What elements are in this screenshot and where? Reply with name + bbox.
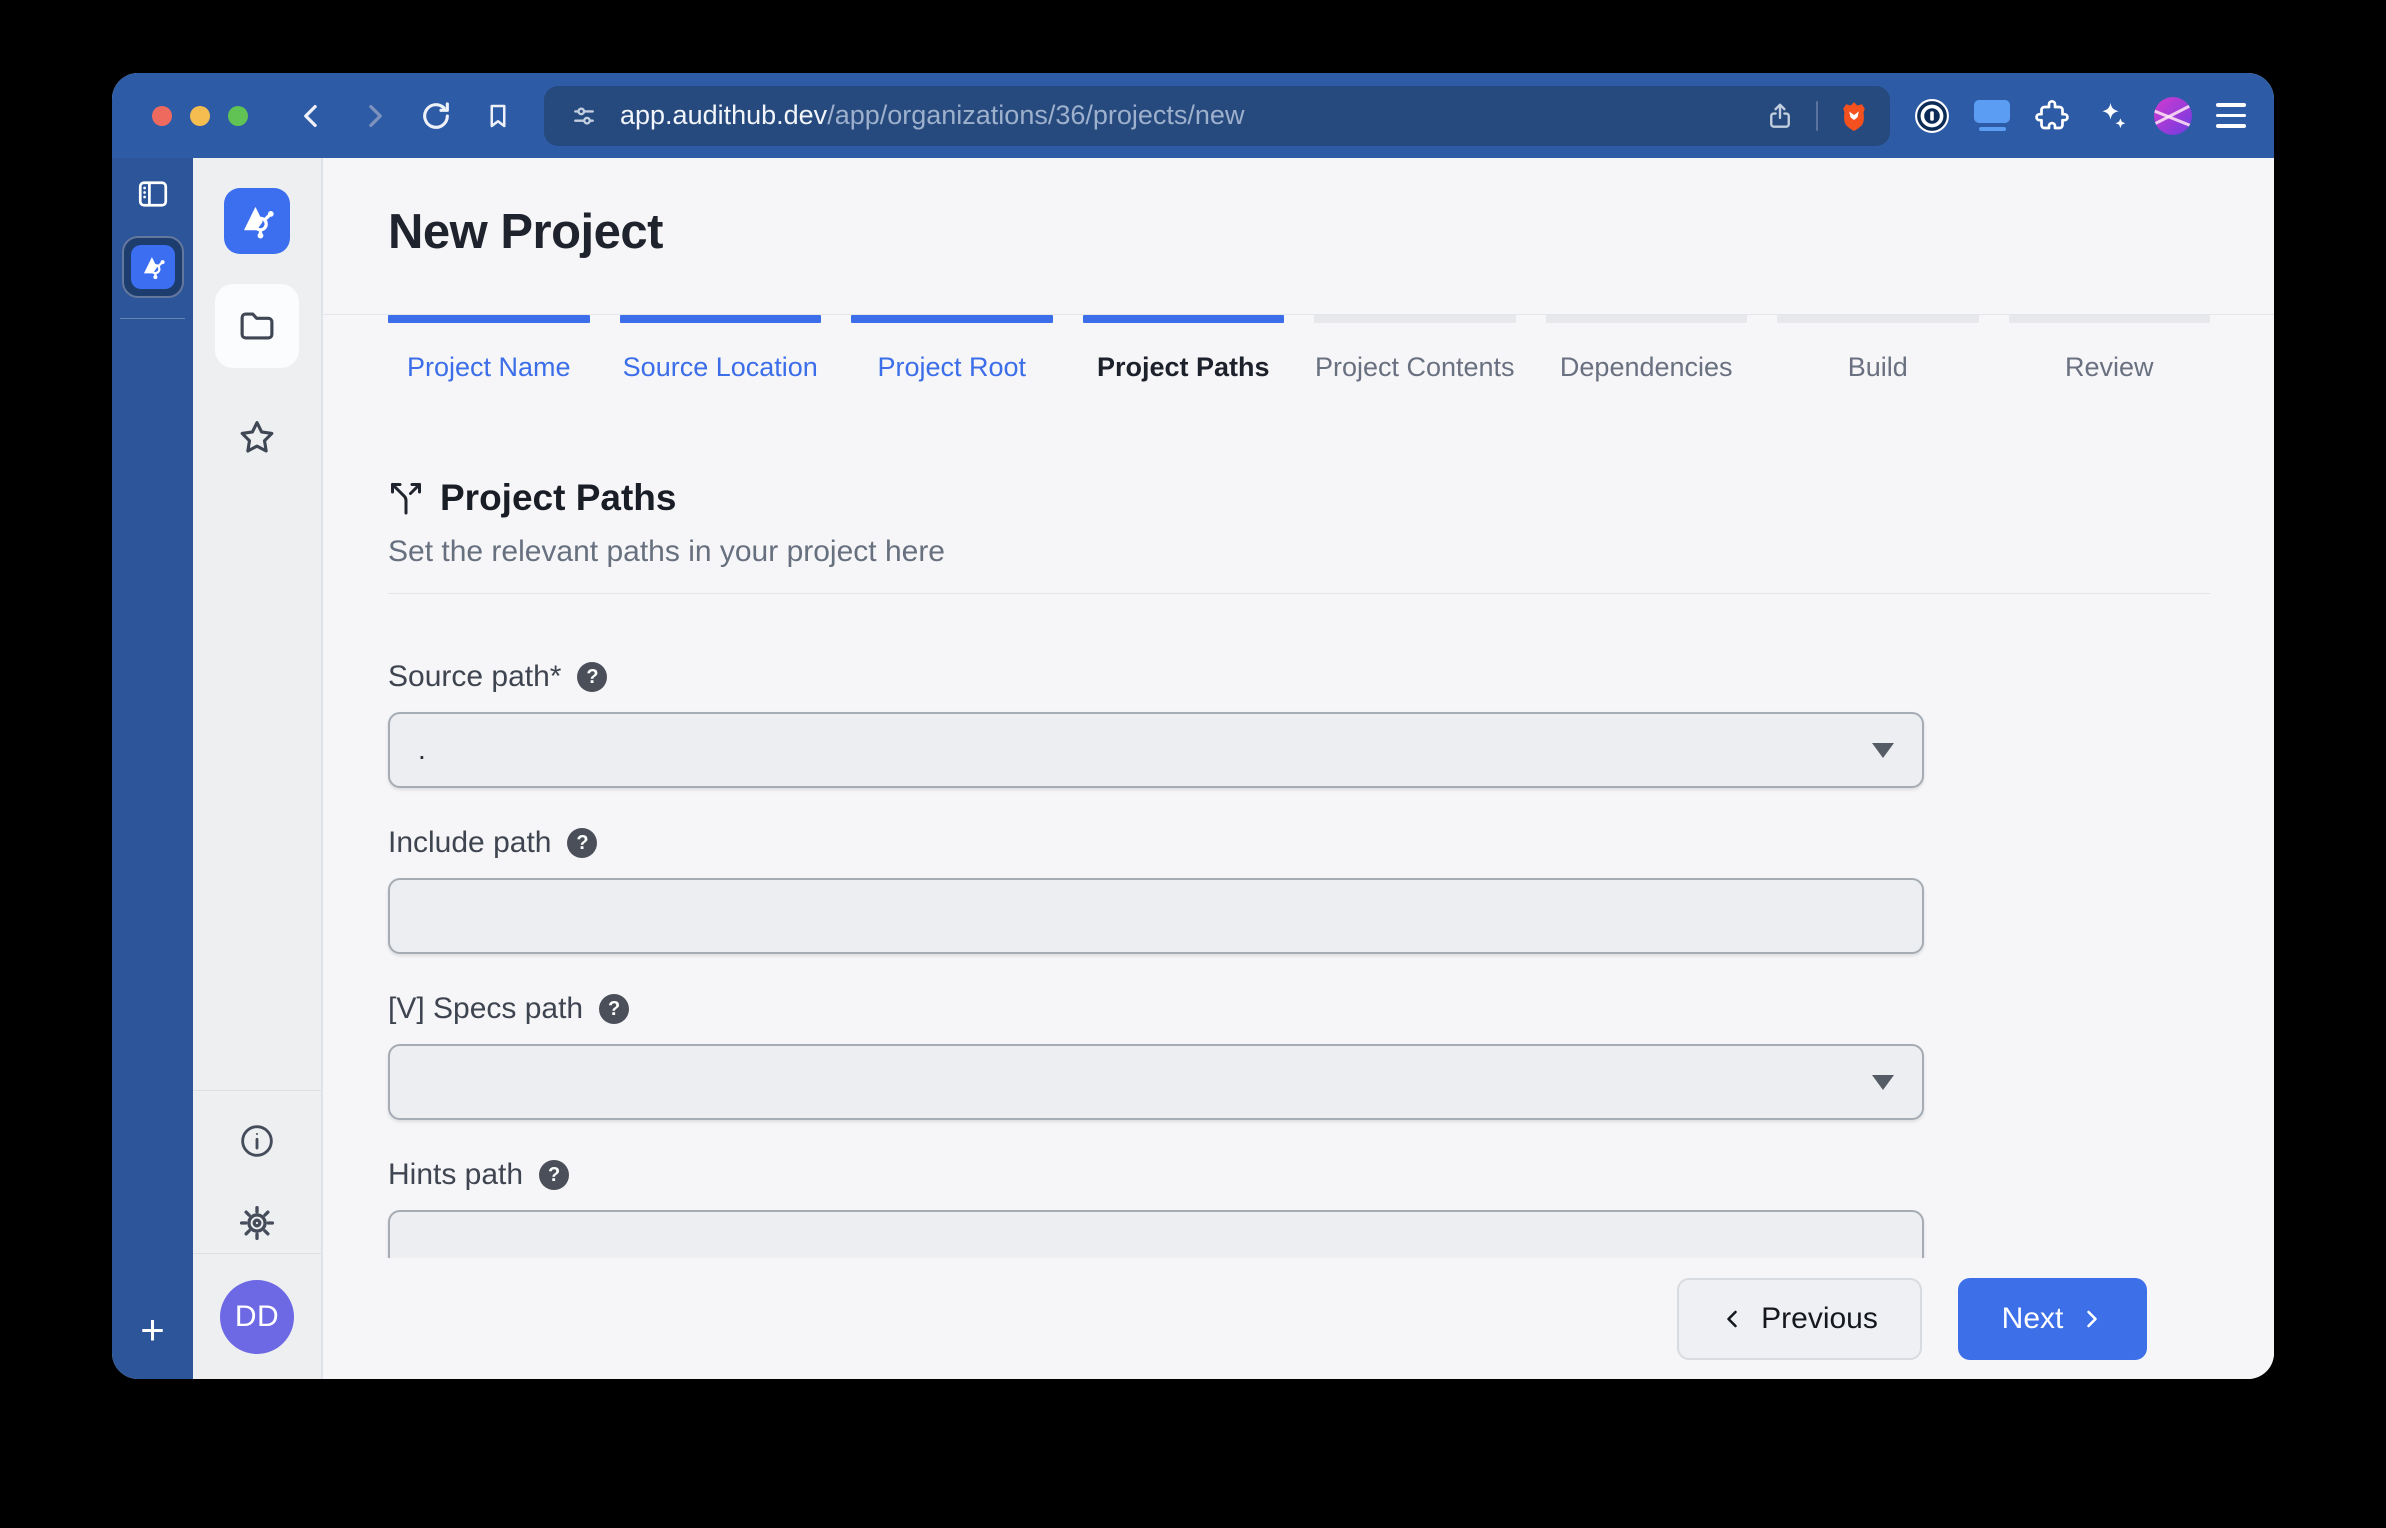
info-icon [237,1121,277,1161]
wizard-footer: Previous Next [323,1258,2274,1379]
url-path: /app/organizations/36/projects/new [827,100,1245,130]
main-content: New Project Project Name Source Location… [323,158,2274,1379]
new-tab-button[interactable]: + [112,1309,193,1351]
tab-strip-divider [120,318,185,319]
step-progress-bar [388,315,590,323]
browser-tab-strip: + [112,158,193,1379]
pinned-tab-audithub[interactable] [121,236,184,298]
section-divider [388,593,2210,594]
page-header: New Project [323,158,2274,315]
tab-panel-extension-icon[interactable] [1974,100,2010,131]
sidebar-toggle-icon[interactable] [135,176,171,212]
step-progress-bar [1777,315,1979,323]
gear-icon [236,1202,278,1244]
password-manager-icon[interactable] [1914,98,1950,134]
step-project-paths[interactable]: Project Paths [1082,315,1284,435]
help-icon[interactable]: ? [539,1160,570,1190]
step-source-location[interactable]: Source Location [619,315,821,435]
include-path-input[interactable] [388,878,1924,954]
sidebar-item-info[interactable] [215,1113,299,1169]
url-bar[interactable]: app.audithub.dev/app/organizations/36/pr… [544,85,1890,146]
star-icon [235,416,279,460]
step-project-contents[interactable]: Project Contents [1314,315,1516,435]
extensions-puzzle-icon[interactable] [2034,98,2070,134]
zoom-window-button[interactable] [228,105,248,126]
hints-path-input[interactable] [388,1210,1924,1258]
next-button[interactable]: Next [1958,1277,2147,1360]
app-logo[interactable] [224,188,290,254]
back-button[interactable] [294,98,330,134]
page-title: New Project [388,205,663,259]
include-path-label: Include path ? [388,826,2210,860]
source-path-label: Source path* ? [388,660,2210,694]
step-progress-bar [851,315,1053,323]
brave-shields-icon[interactable] [1836,98,1872,134]
step-dependencies[interactable]: Dependencies [1545,315,1747,435]
chevron-right-icon [2079,1307,2103,1331]
user-avatar[interactable]: DD [220,1280,294,1354]
help-icon[interactable]: ? [567,828,598,858]
form-area: Project Paths Set the relevant paths in … [323,435,2274,1258]
bookmark-button[interactable] [480,98,516,134]
url-text[interactable]: app.audithub.dev/app/organizations/36/pr… [620,100,1762,131]
step-build[interactable]: Build [1777,315,1979,435]
previous-button[interactable]: Previous [1677,1277,1922,1360]
help-icon[interactable]: ? [599,994,630,1024]
forward-button[interactable] [356,98,392,134]
close-window-button[interactable] [152,105,172,126]
site-settings-icon[interactable] [566,98,602,134]
minimize-window-button[interactable] [190,105,210,126]
wizard-steps: Project Name Source Location Project Roo… [388,315,2210,435]
menu-icon[interactable] [2216,103,2246,128]
chevron-left-icon [1721,1307,1745,1331]
folder-icon [236,305,278,347]
section-subtitle: Set the relevant paths in your project h… [388,535,945,568]
sidebar-item-favorites[interactable] [215,408,299,468]
reload-button[interactable] [418,98,454,134]
browser-toolbar: app.audithub.dev/app/organizations/36/pr… [112,73,2274,158]
urlbar-separator [1816,100,1818,131]
source-path-value: . [418,734,426,765]
specs-path-select[interactable] [388,1044,1924,1120]
step-progress-bar [1545,315,1747,323]
url-host: app.audithub.dev [620,100,828,130]
window-controls [152,105,248,126]
split-path-icon [388,480,424,516]
help-icon[interactable]: ? [577,662,608,692]
sidebar-divider [193,1090,321,1091]
audithub-favicon [130,245,175,289]
browser-window: app.audithub.dev/app/organizations/36/pr… [112,73,2274,1379]
hints-path-label: Hints path ? [388,1158,2210,1192]
section-title: Project Paths [440,477,677,518]
chevron-down-icon [1872,742,1894,758]
step-project-root[interactable]: Project Root [851,315,1053,435]
step-progress-bar [1082,315,1284,323]
step-project-name[interactable]: Project Name [388,315,590,435]
source-path-select[interactable]: . [388,712,1924,788]
step-progress-bar [619,315,821,323]
chevron-down-icon [1872,1074,1894,1090]
app-sidebar: DD [193,158,323,1379]
ai-sparkles-icon[interactable] [2094,98,2130,134]
step-progress-bar [1314,315,1516,323]
step-review[interactable]: Review [2008,315,2210,435]
purple-extension-icon[interactable] [2154,96,2192,135]
share-icon[interactable] [1762,98,1798,134]
specs-path-label: [V] Specs path ? [388,992,2210,1026]
step-progress-bar [2008,315,2210,323]
sidebar-item-settings[interactable] [215,1193,299,1253]
sidebar-item-projects[interactable] [215,284,299,368]
